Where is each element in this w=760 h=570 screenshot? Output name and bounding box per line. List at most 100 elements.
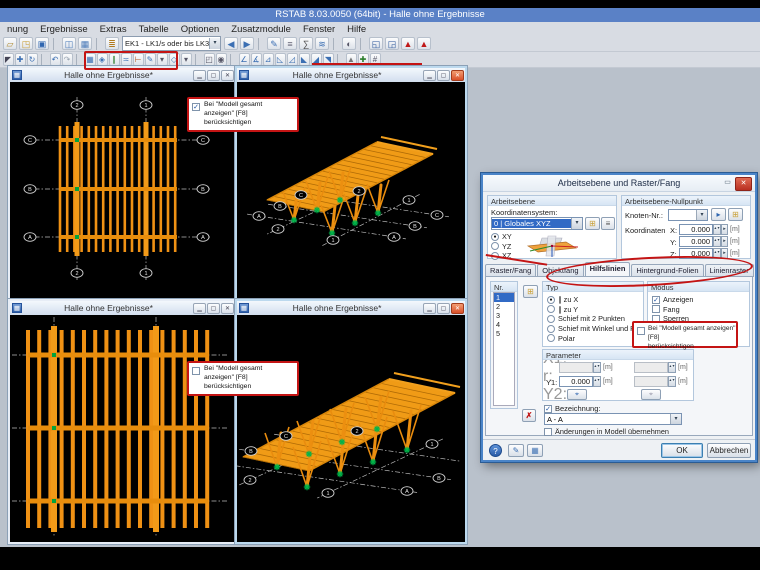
chevron-down-icon[interactable]: ▾ — [209, 38, 220, 49]
view-iso1-icon[interactable]: ◢ — [310, 53, 322, 66]
hilfslinie-neu-icon[interactable]: ⊢ — [132, 53, 144, 66]
view-yz-icon[interactable]: ◿ — [286, 53, 298, 66]
viewport-window-bottom-right[interactable]: ▦ Halle ohne Ergebnisse* ▁ ▢ ✕ C B B A 2 2 1 1 — [235, 299, 467, 544]
window-titlebar[interactable]: ▦ Halle ohne Ergebnisse* ▁ ▢ ✕ — [237, 68, 465, 82]
spinner[interactable]: ▴ ▾ — [668, 376, 676, 387]
edit-icon[interactable]: ✎ — [267, 37, 281, 50]
hilfslinien-menu-arrow-icon[interactable]: ▾ — [156, 53, 168, 66]
results-icon[interactable]: ≋ — [315, 37, 329, 50]
view-y-icon[interactable]: ∡ — [250, 53, 262, 66]
coord-field[interactable]: 0.000 — [679, 224, 713, 235]
loadcase-icon[interactable]: ≣ — [105, 37, 119, 50]
guideline-list-item[interactable]: 5 — [494, 329, 514, 338]
close-button[interactable]: ✕ — [451, 69, 464, 81]
kamera-icon[interactable]: ◉ — [215, 53, 227, 66]
new-model-icon[interactable]: ▱ — [3, 37, 17, 50]
typ-radio[interactable]: ● — [547, 295, 555, 304]
modus-checkbox[interactable] — [652, 305, 660, 314]
menu-item-extras[interactable]: Extras — [94, 24, 133, 35]
pick-point2-button[interactable]: ⌖ — [641, 389, 661, 400]
spinner[interactable]: ▴ ▾ — [713, 248, 721, 259]
close-button[interactable]: ✕ — [221, 69, 234, 81]
spinner[interactable]: ▴ ▾ — [668, 362, 676, 373]
menu-item-nung[interactable]: nung — [1, 24, 34, 35]
menu-item-hilfe[interactable]: Hilfe — [341, 24, 372, 35]
typ-radio[interactable] — [547, 334, 555, 343]
tab-hilfslinien[interactable]: Hilfslinien — [584, 262, 631, 277]
objektfang-icon[interactable]: ◈ — [96, 53, 108, 66]
view-xy-icon[interactable]: ◺ — [274, 53, 286, 66]
hilfslinien-fang-icon[interactable]: ≍ — [120, 53, 132, 66]
typ-radio[interactable] — [547, 324, 555, 333]
spinner[interactable]: ▴ ▾ — [713, 236, 721, 247]
knoten-nr-combobox[interactable]: ▾ — [668, 209, 708, 221]
dialog-titlebar[interactable]: Arbeitsebene und Raster/Fang — [483, 175, 755, 192]
cancel-button[interactable]: Abbrechen — [707, 443, 751, 458]
prev-loadcase-icon[interactable]: ◀ — [224, 37, 238, 50]
protocol-icon[interactable]: ≡ — [283, 37, 297, 50]
print-window-icon[interactable]: ◱ — [369, 37, 383, 50]
ebenen-menu-arrow-icon[interactable]: ▾ — [180, 53, 192, 66]
menu-item-tabelle[interactable]: Tabelle — [133, 24, 175, 35]
coord-field[interactable]: 0.000 — [679, 248, 713, 259]
viewport-canvas-3d[interactable]: C B B A 2 2 1 1 — [237, 315, 465, 542]
chevron-down-icon[interactable]: ▾ — [696, 210, 707, 220]
ansichten-icon[interactable]: ◰ — [203, 53, 215, 66]
param-field[interactable]: 0.000 — [559, 376, 593, 387]
viewport-canvas-plan[interactable] — [10, 315, 235, 542]
chevron-down-icon[interactable]: ▾ — [670, 414, 681, 424]
detail-button[interactable]: ▸ — [721, 236, 728, 247]
units-button[interactable]: ▦ — [527, 444, 543, 457]
close-button[interactable]: ✕ — [451, 302, 464, 314]
detail-button[interactable]: ▸ — [721, 248, 728, 259]
undo-icon[interactable]: ↶ — [49, 53, 61, 66]
loadcase-combobox[interactable]: EK1 - LK1/s oder bis LK39 ▾ — [122, 36, 221, 51]
minimize-button[interactable]: ▁ — [193, 69, 206, 81]
print-graphic-icon[interactable]: ◲ — [385, 37, 399, 50]
raster-fang-icon[interactable]: ▦ — [84, 53, 96, 66]
guideline-list-item[interactable]: 1 — [494, 293, 514, 302]
view-mode-icon[interactable]: ◐ — [342, 37, 356, 50]
guideline-list-item[interactable]: 2 — [494, 302, 514, 311]
restore-button[interactable]: ▢ — [207, 69, 220, 81]
pick-node-button[interactable]: ▸ — [711, 208, 726, 221]
window-titlebar[interactable]: ▦ Halle ohne Ergebnisse* ▁ ▢ ✕ — [237, 301, 465, 315]
callout-checkbox[interactable]: ✓ — [192, 103, 200, 111]
arbeitsebene-icon[interactable]: ◇ — [168, 53, 180, 66]
coord-field[interactable]: 0.000 — [679, 236, 713, 247]
pick-point1-button[interactable]: ⌖ — [567, 389, 587, 400]
guideline-list-item[interactable]: 4 — [494, 320, 514, 329]
menu-item-optionen[interactable]: Optionen — [175, 24, 226, 35]
uebernehmen-checkbox[interactable] — [544, 427, 552, 436]
ok-button[interactable]: OK — [661, 443, 703, 458]
bezeichnung-combobox[interactable]: A - A ▾ — [544, 413, 682, 425]
new-node-button[interactable]: ⊞ — [728, 208, 743, 221]
plane-radio[interactable] — [491, 242, 499, 251]
menu-item-zusatzmodule[interactable]: Zusatzmodule — [225, 24, 297, 35]
spinner[interactable]: ▴ ▾ — [593, 376, 601, 387]
restore-button[interactable]: ▢ — [437, 69, 450, 81]
hilfslinien-anzeigen-icon[interactable]: ∥ — [108, 53, 120, 66]
view-z-icon[interactable]: ⊿ — [262, 53, 274, 66]
keyboard-icon[interactable]: ▭ — [721, 178, 734, 188]
menu-item-ergebnisse[interactable]: Ergebnisse — [34, 24, 94, 35]
app-titlebar[interactable]: RSTAB 8.03.0050 (64bit) - Halle ohne Erg… — [0, 8, 760, 22]
edit-settings-button[interactable]: ✎ — [508, 444, 524, 457]
bezeichnung-checkbox[interactable]: ✓ — [544, 404, 552, 413]
viewport-window-bottom-left[interactable]: ▦ Halle ohne Ergebnisse* ▁ ▢ ✕ — [8, 299, 237, 544]
move-icon[interactable]: ✚ — [14, 53, 26, 66]
dialog-close-button[interactable]: ✕ — [735, 177, 752, 191]
new-guideline-button[interactable]: ⊞ — [523, 285, 538, 298]
menu-item-fenster[interactable]: Fenster — [297, 24, 341, 35]
plane-radio[interactable] — [491, 251, 499, 260]
calculation-icon[interactable]: ∑ — [299, 37, 313, 50]
save-icon[interactable]: ▣ — [35, 37, 49, 50]
window-titlebar[interactable]: ▦ Halle ohne Ergebnisse* ▁ ▢ ✕ — [10, 68, 235, 82]
pdf-export-icon[interactable]: ▲ — [401, 37, 415, 50]
typ-radio[interactable] — [547, 314, 555, 323]
modell-gesamt-checkbox[interactable] — [637, 327, 645, 335]
restore-button[interactable]: ▢ — [207, 302, 220, 314]
plane-radio[interactable]: ● — [491, 232, 499, 241]
view-xz-icon[interactable]: ◣ — [298, 53, 310, 66]
guideline-list[interactable]: 12345 — [493, 292, 515, 406]
